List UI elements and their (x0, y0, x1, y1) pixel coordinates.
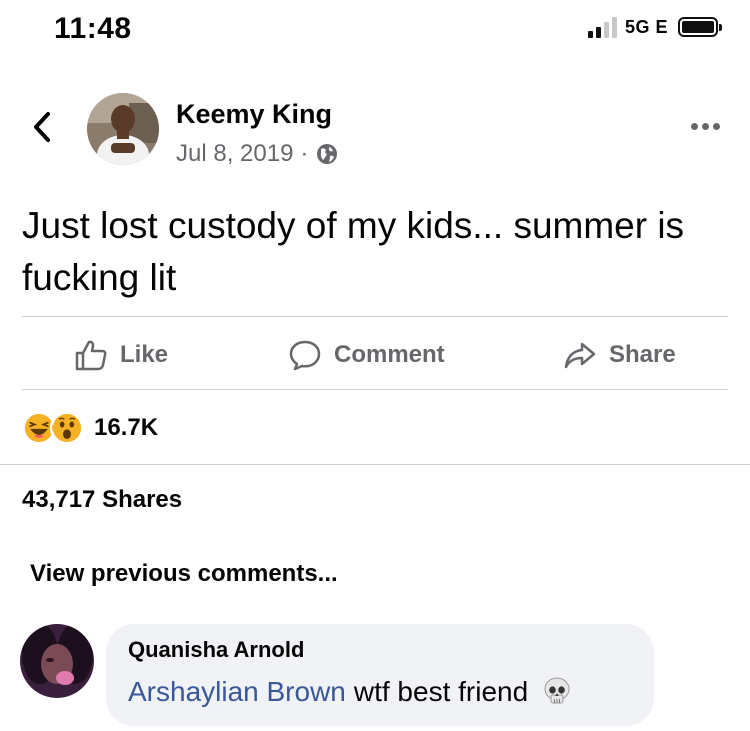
divider (0, 464, 750, 465)
commenter-avatar[interactable] (20, 624, 94, 698)
post-text: Just lost custody of my kids... summer i… (22, 205, 685, 298)
status-time: 11:48 (54, 12, 132, 45)
like-label: Like (120, 341, 169, 368)
like-button[interactable]: Like (74, 335, 168, 375)
more-dots-icon (691, 123, 698, 130)
chevron-left-icon (34, 112, 50, 142)
divider (22, 316, 728, 317)
comment-author[interactable]: Quanisha Arnold (128, 637, 304, 663)
battery-icon (678, 17, 722, 37)
skull-emoji-icon (544, 677, 570, 704)
more-options-button[interactable] (691, 123, 720, 130)
author-name[interactable]: Keemy King (176, 99, 332, 130)
comment-text: Arshaylian Brown wtf best friend (128, 676, 572, 708)
thumbs-up-icon (75, 340, 107, 371)
share-button[interactable]: Share (563, 335, 676, 375)
comment-label: Comment (334, 341, 445, 368)
network-type: 5G E (624, 16, 668, 37)
back-button[interactable] (30, 110, 54, 144)
cellular-signal-icon (587, 16, 617, 38)
comment-mention[interactable]: Arshaylian Brown (128, 676, 346, 708)
post-date[interactable]: Jul 8, 2019 (176, 140, 293, 168)
comment-body: wtf best friend (353, 676, 529, 707)
divider (22, 389, 728, 390)
wow-emoji-icon (50, 411, 84, 445)
author-avatar[interactable] (87, 93, 159, 165)
status-indicators: 5G E (587, 16, 722, 38)
post-meta: Jul 8, 2019 · (176, 140, 339, 168)
share-label: Share (609, 341, 676, 368)
share-arrow-icon (564, 342, 596, 369)
comment-bubble-icon (289, 340, 321, 371)
reactions-summary[interactable]: 16.7K (22, 411, 158, 445)
comment-button[interactable]: Comment (288, 335, 445, 375)
view-previous-comments-link[interactable]: View previous comments... (30, 560, 338, 588)
meta-separator: · (300, 140, 309, 167)
reaction-count: 16.7K (94, 414, 159, 441)
shares-count[interactable]: 43,717 Shares (22, 486, 182, 514)
globe-icon (317, 144, 338, 164)
